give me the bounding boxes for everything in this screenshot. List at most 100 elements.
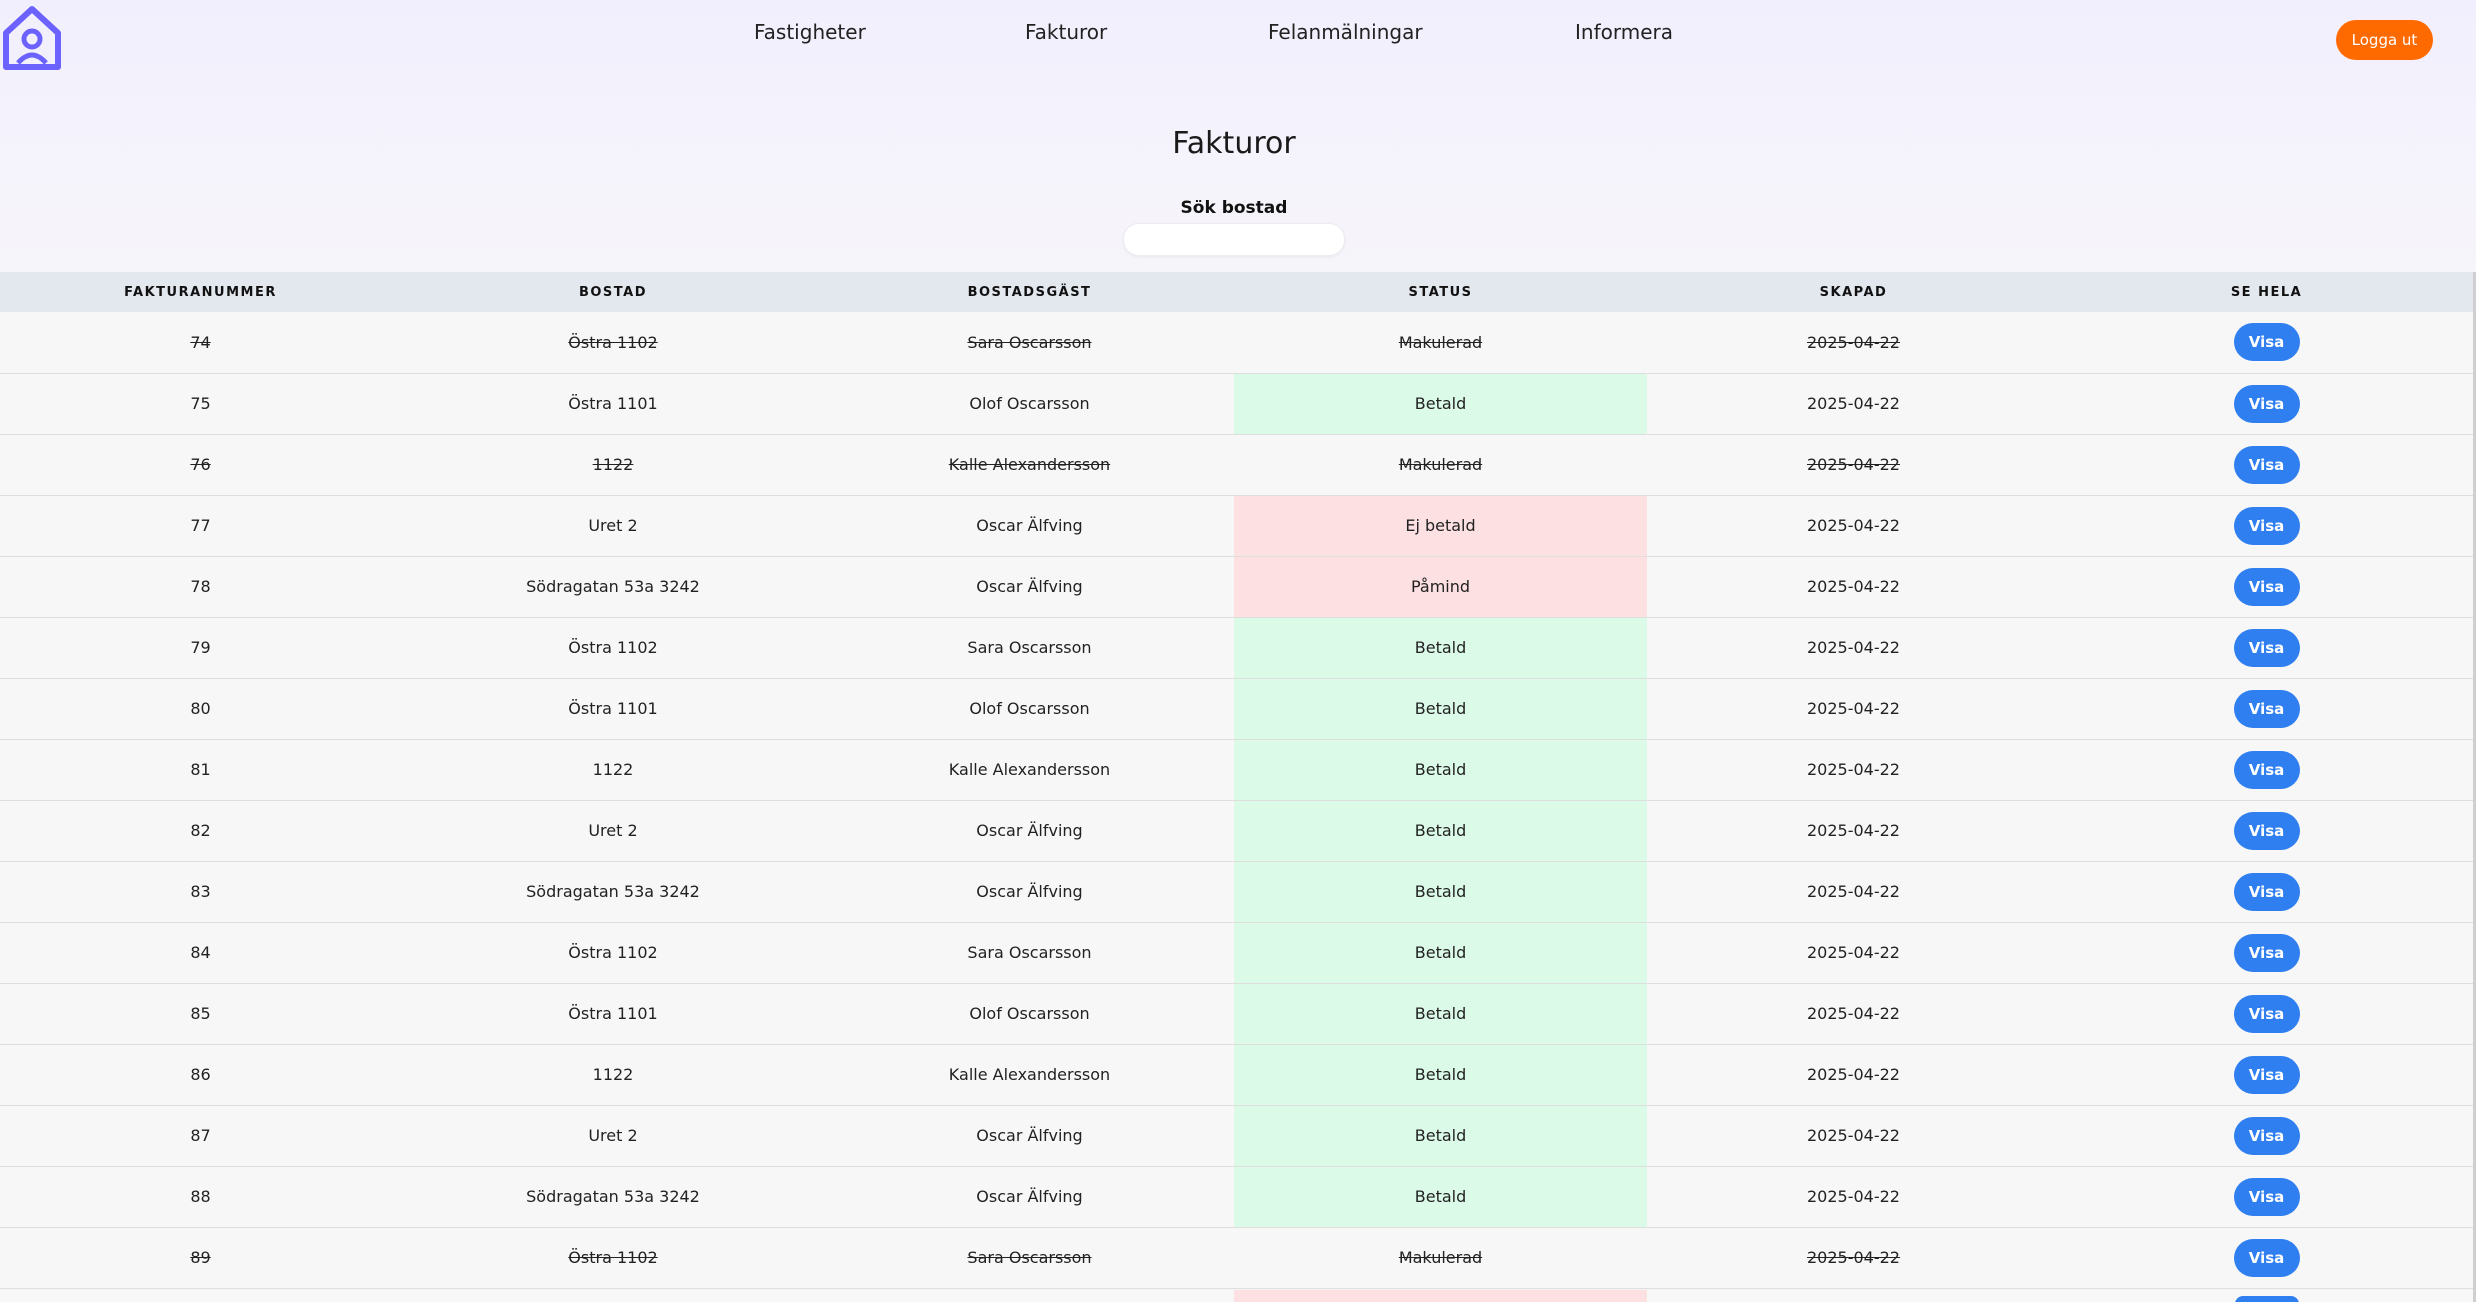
- cell-fakturanummer: 76: [190, 455, 211, 474]
- status-cell-partial: [1234, 1290, 1647, 1302]
- visa-button[interactable]: Visa: [2233, 384, 2300, 423]
- visa-button[interactable]: Visa: [2233, 1177, 2300, 1216]
- cell-status: Påmind: [1234, 556, 1647, 617]
- cell-bostadsgast: Kalle Alexandersson: [948, 760, 1111, 779]
- cell-se-hela: Visa: [2060, 983, 2473, 1044]
- cell-bostad: Östra 1102: [568, 638, 658, 657]
- logout-button[interactable]: Logga ut: [2336, 20, 2433, 60]
- header-status[interactable]: STATUS: [1234, 272, 1647, 312]
- cell-bostadsgast: Oscar Älfving: [976, 1126, 1083, 1145]
- cell-bostad: Östra 1102: [568, 943, 658, 962]
- cell-skapad: 2025-04-22: [1807, 455, 1900, 474]
- cell-bostad: Östra 1102: [568, 1248, 658, 1267]
- cell-status: Betald: [1234, 678, 1647, 739]
- visa-button[interactable]: Visa: [2233, 1116, 2300, 1155]
- visa-button[interactable]: Visa: [2233, 1055, 2300, 1094]
- nav-informera[interactable]: Informera: [1575, 20, 1673, 44]
- visa-button[interactable]: Visa: [2233, 872, 2300, 911]
- cell-se-hela: Visa: [2060, 1044, 2473, 1105]
- cell-status: Makulerad: [1398, 455, 1483, 474]
- cell-bostad: Östra 1101: [568, 699, 658, 718]
- visa-button[interactable]: Visa: [2233, 750, 2300, 789]
- nav-fakturor[interactable]: Fakturor: [1025, 20, 1107, 44]
- cell-bostad: 1122: [592, 760, 634, 779]
- cell-bostadsgast: Sara Oscarsson: [967, 943, 1092, 962]
- cell-fakturanummer: 77: [190, 516, 211, 535]
- search-label: Sök bostad: [1180, 198, 1288, 218]
- cell-skapad: 2025-04-22: [1807, 638, 1900, 657]
- table-row: 87 Uret 2 Oscar Älfving Betald 2025-04-22 Vis…: [0, 1105, 2473, 1166]
- cell-bostad: 1122: [592, 455, 634, 474]
- visa-button-partial[interactable]: [2235, 1296, 2299, 1302]
- visa-button[interactable]: Visa: [2233, 994, 2300, 1033]
- table-row: 81 1122 Kalle Alexandersson Betald 2025-04-2…: [0, 739, 2473, 800]
- cell-fakturanummer: 85: [190, 1004, 211, 1023]
- cell-se-hela: Visa: [2060, 434, 2473, 495]
- visa-button[interactable]: Visa: [2233, 689, 2300, 728]
- cell-skapad: 2025-04-22: [1807, 1187, 1900, 1206]
- cell-fakturanummer: 82: [190, 821, 211, 840]
- invoice-table-container: FAKTURANUMMER BOSTAD BOSTADSGÄST STATUS …: [0, 272, 2473, 1289]
- cell-bostad: Östra 1102: [568, 332, 658, 352]
- nav-fastigheter[interactable]: Fastigheter: [754, 20, 866, 44]
- cell-skapad: 2025-04-22: [1807, 1248, 1900, 1267]
- cell-se-hela: Visa: [2060, 495, 2473, 556]
- visa-button[interactable]: Visa: [2233, 811, 2300, 850]
- cell-status: Betald: [1234, 373, 1647, 434]
- cell-bostadsgast: Olof Oscarsson: [969, 699, 1090, 718]
- cell-bostadsgast: Oscar Älfving: [976, 577, 1083, 596]
- cell-bostadsgast: Oscar Älfving: [976, 821, 1083, 840]
- cell-fakturanummer: 83: [190, 882, 211, 901]
- visa-button[interactable]: Visa: [2233, 1238, 2300, 1277]
- cell-bostadsgast: Kalle Alexandersson: [948, 455, 1111, 474]
- cell-skapad: 2025-04-22: [1807, 1065, 1900, 1084]
- cell-fakturanummer: 87: [190, 1126, 211, 1145]
- cell-se-hela: Visa: [2060, 1166, 2473, 1227]
- cell-bostadsgast: Oscar Älfving: [976, 1187, 1083, 1206]
- cell-bostadsgast: Oscar Älfving: [976, 516, 1083, 535]
- visa-button[interactable]: Visa: [2233, 933, 2300, 972]
- visa-button[interactable]: Visa: [2233, 445, 2300, 484]
- header-bostadsgast[interactable]: BOSTADSGÄST: [825, 272, 1234, 312]
- nav-felanmalningar[interactable]: Felanmälningar: [1268, 20, 1423, 44]
- cell-se-hela: Visa: [2060, 1105, 2473, 1166]
- table-row: 89 Östra 1102 Sara Oscarsson Makulerad 2025-…: [0, 1227, 2473, 1288]
- cell-skapad: 2025-04-22: [1807, 394, 1900, 413]
- table-row: 88 Södragatan 53a 3242 Oscar Älfving Betald…: [0, 1166, 2473, 1227]
- table-row: 86 1122 Kalle Alexandersson Betald 2025-04-2…: [0, 1044, 2473, 1105]
- cell-status: Betald: [1234, 1044, 1647, 1105]
- cell-status: Makulerad: [1398, 1248, 1483, 1267]
- header-fakturanummer[interactable]: FAKTURANUMMER: [0, 272, 401, 312]
- visa-button[interactable]: Visa: [2233, 323, 2300, 362]
- cell-skapad: 2025-04-22: [1807, 1004, 1900, 1023]
- table-row: 83 Södragatan 53a 3242 Oscar Älfving Betald…: [0, 861, 2473, 922]
- cell-fakturanummer: 78: [190, 577, 211, 596]
- cell-bostad: Uret 2: [588, 1126, 638, 1145]
- cell-status: Betald: [1234, 739, 1647, 800]
- cell-skapad: 2025-04-22: [1807, 332, 1900, 352]
- home-logo-icon[interactable]: [0, 3, 64, 71]
- cell-fakturanummer: 75: [190, 394, 211, 413]
- invoice-table: FAKTURANUMMER BOSTAD BOSTADSGÄST STATUS …: [0, 272, 2473, 1289]
- cell-se-hela: Visa: [2060, 556, 2473, 617]
- search-input[interactable]: [1123, 223, 1345, 256]
- cell-bostadsgast: Sara Oscarsson: [967, 332, 1092, 352]
- cell-bostad: 1122: [592, 1065, 634, 1084]
- cell-bostad: Uret 2: [588, 516, 638, 535]
- visa-button[interactable]: Visa: [2233, 628, 2300, 667]
- cell-skapad: 2025-04-22: [1807, 821, 1900, 840]
- cell-status: Betald: [1234, 861, 1647, 922]
- cell-fakturanummer: 79: [190, 638, 211, 657]
- header-skapad[interactable]: SKAPAD: [1647, 272, 2060, 312]
- cell-bostad: Södragatan 53a 3242: [526, 1187, 700, 1206]
- cell-status: Betald: [1234, 983, 1647, 1044]
- table-row: 84 Östra 1102 Sara Oscarsson Betald 2025-04-…: [0, 922, 2473, 983]
- header-bostad[interactable]: BOSTAD: [401, 272, 825, 312]
- visa-button[interactable]: Visa: [2233, 506, 2300, 545]
- cell-se-hela: Visa: [2060, 739, 2473, 800]
- cell-se-hela: Visa: [2060, 678, 2473, 739]
- visa-button[interactable]: Visa: [2233, 567, 2300, 606]
- cell-se-hela: Visa: [2060, 617, 2473, 678]
- table-row: 85 Östra 1101 Olof Oscarsson Betald 2025-04-…: [0, 983, 2473, 1044]
- cell-status: Ej betald: [1234, 495, 1647, 556]
